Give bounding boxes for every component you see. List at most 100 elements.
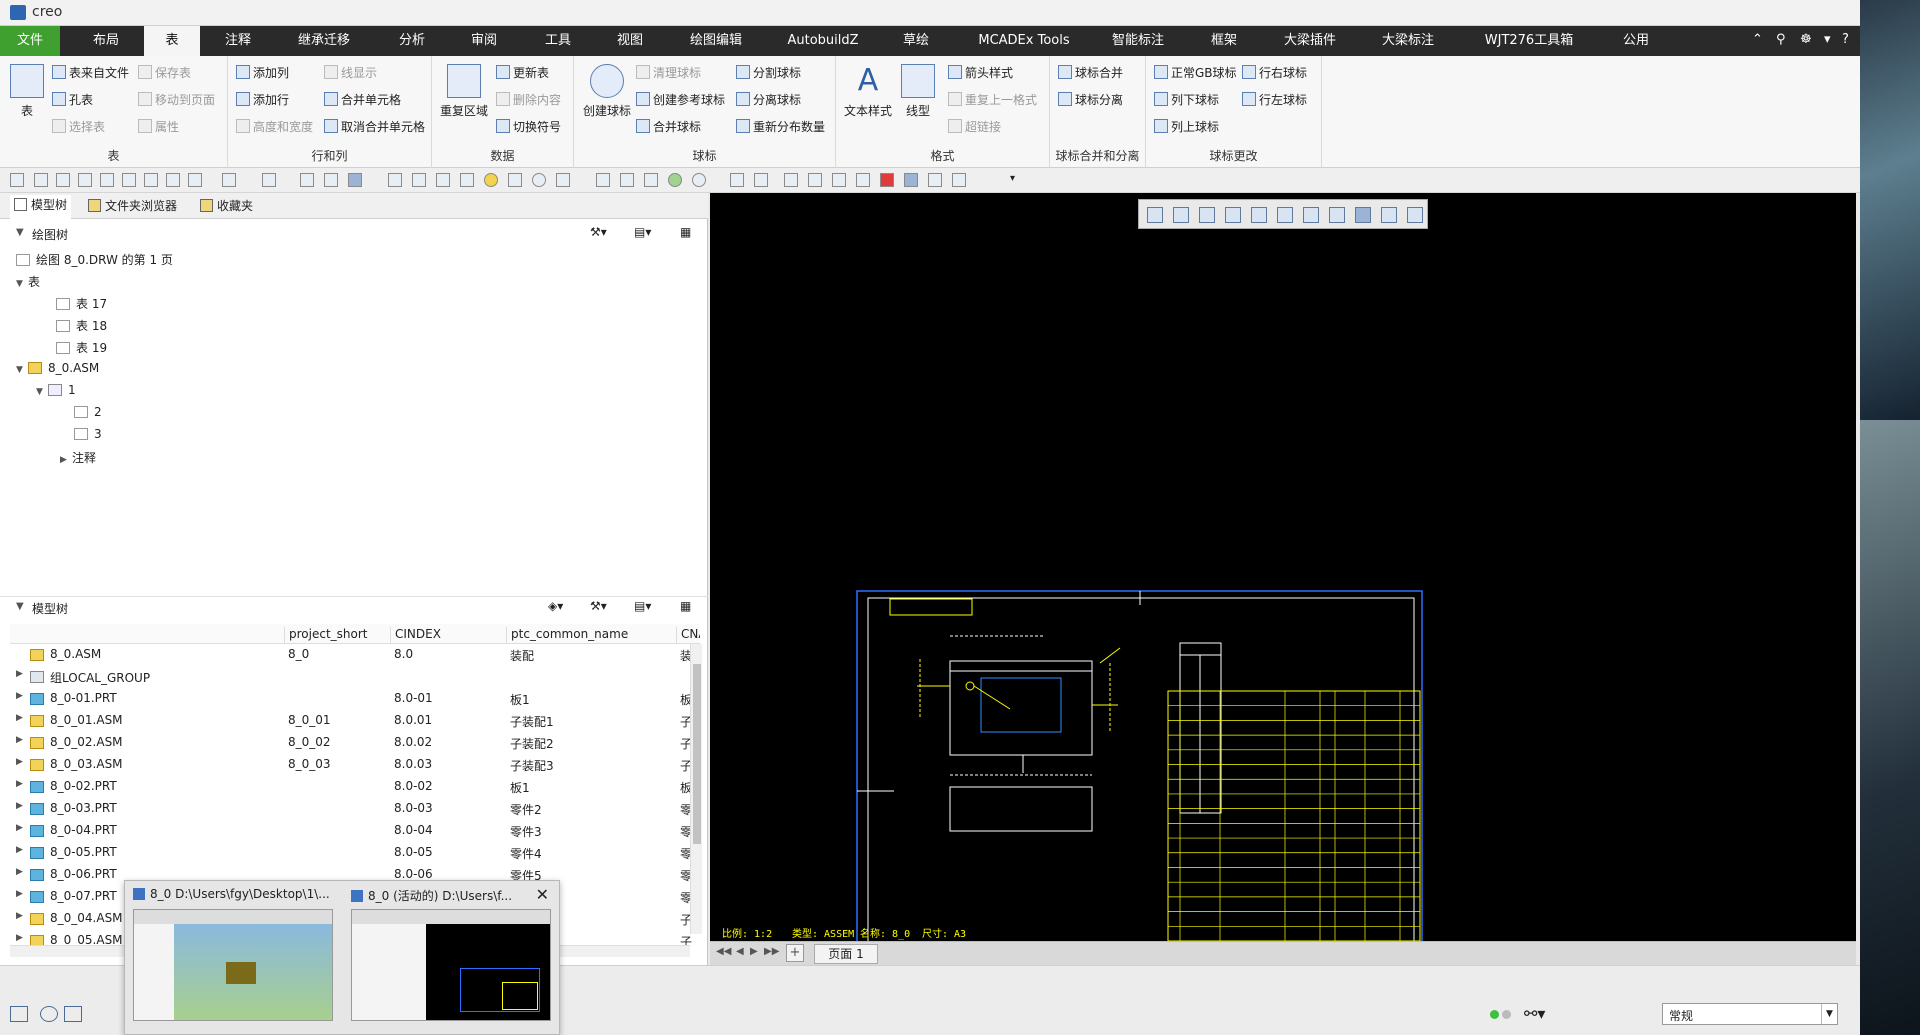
gear-toolbar-icon[interactable] xyxy=(508,173,522,187)
target-icon[interactable] xyxy=(532,173,546,187)
smiley-icon[interactable] xyxy=(484,173,498,187)
tab-sketch-edit[interactable]: 绘图编辑 xyxy=(680,26,752,56)
expand-icon[interactable]: ▶ xyxy=(16,933,23,943)
balloon-separate-button[interactable]: 球标分离 xyxy=(1058,91,1123,108)
gb-balloon-button[interactable]: 正常GB球标 xyxy=(1154,64,1237,81)
delete-content-button[interactable]: 删除内容 xyxy=(496,91,561,108)
column-cindex[interactable]: CINDEX xyxy=(390,627,500,643)
expand-icon[interactable]: ▶ xyxy=(16,779,23,789)
drawing-root-node[interactable]: 绘图 8_0.DRW 的第 1 页 xyxy=(16,251,173,273)
clock-icon[interactable] xyxy=(832,173,846,187)
toggle-symbol-button[interactable]: 切换符号 xyxy=(496,118,561,135)
customize-qat-icon[interactable]: ▾ xyxy=(1010,173,1024,187)
text-icon[interactable] xyxy=(300,173,314,187)
copy-icon[interactable] xyxy=(412,173,426,187)
grid-icon[interactable] xyxy=(808,173,822,187)
model-tree-row[interactable]: ▶ 8_0_01.ASM 8_0_01 8.0.01 子装配1 子 xyxy=(10,710,692,732)
brush-icon[interactable] xyxy=(460,173,474,187)
filter-icon[interactable]: ▦ xyxy=(680,225,691,239)
drawing-tree-header[interactable]: ▼ 绘图树 ⚒▾ ▤▾ ▦ xyxy=(0,223,708,245)
collapse-icon[interactable]: ▼ xyxy=(16,601,24,612)
balloon-merge-button[interactable]: 球标合并 xyxy=(1058,64,1123,81)
expand-icon[interactable]: ▶ xyxy=(16,867,23,877)
repeat-last-format-button[interactable]: 重复上一格式 xyxy=(948,91,1037,108)
close-x-icon[interactable] xyxy=(856,173,870,187)
tab-model-tree[interactable]: 模型树 xyxy=(10,195,72,219)
expand-icon[interactable]: ▶ xyxy=(16,735,23,745)
graphics-window[interactable]: 比例: 1:2 类型: ASSEM 名称: 8_0 尺寸: A3 xyxy=(710,193,1856,941)
navigator-toggle-icon[interactable] xyxy=(10,1006,28,1022)
layer-icon[interactable] xyxy=(166,173,180,187)
tree-table-19[interactable]: 表 19 xyxy=(56,339,107,361)
help-icon[interactable]: ? xyxy=(1842,32,1849,47)
tab-sketch[interactable]: 草绘 xyxy=(888,26,944,56)
model-tree-row[interactable]: ▶ 8_0-03.PRT 8.0-03 零件2 零 xyxy=(10,798,692,820)
collapsed-icon[interactable]: ▶ xyxy=(60,455,72,465)
select-table-button[interactable]: 选择表 xyxy=(52,118,105,135)
expand-icon[interactable]: ▶ xyxy=(16,845,23,855)
select-box-icon[interactable] xyxy=(348,173,362,187)
link-icon[interactable] xyxy=(928,173,942,187)
model-tree-row[interactable]: ▶ 8_0-04.PRT 8.0-04 零件3 零 xyxy=(10,820,692,842)
settings-tools-icon[interactable]: ⚒▾ xyxy=(590,599,607,613)
tree-view-3[interactable]: 3 xyxy=(74,427,102,449)
close-icon[interactable]: ✕ xyxy=(536,885,549,904)
tab-page-1[interactable]: 页面 1 xyxy=(814,944,878,964)
collapse-icon[interactable]: ▼ xyxy=(16,227,24,238)
detach-balloons-button[interactable]: 分离球标 xyxy=(736,91,801,108)
model-tree-row[interactable]: ▶ 8_0-02.PRT 8.0-02 板1 板 xyxy=(10,776,692,798)
model-tree-header[interactable]: ▼ 模型树 ◈▾ ⚒▾ ▤▾ ▦ xyxy=(0,596,708,618)
model-tree-row[interactable]: ▶ 8_0_02.ASM 8_0_02 8.0.02 子装配2 子 xyxy=(10,732,692,754)
expand-icon[interactable]: ▶ xyxy=(16,801,23,811)
model-tree-row[interactable]: ▶ 8_0_03.ASM 8_0_03 8.0.03 子装配3 子 xyxy=(10,754,692,776)
document-icon[interactable] xyxy=(56,173,70,187)
tab-autobuildz[interactable]: AutobuildZ xyxy=(778,26,868,56)
tab-legacy-migration[interactable]: 继承迁移 xyxy=(288,26,360,56)
save-icon[interactable] xyxy=(100,173,114,187)
split-balloons-button[interactable]: 分割球标 xyxy=(736,64,801,81)
column-project-short[interactable]: project_short xyxy=(284,627,384,643)
prev-page-icon[interactable]: ◀ xyxy=(736,946,744,957)
column-common-name[interactable]: ptc_common_name xyxy=(506,627,676,643)
tab-review[interactable]: 审阅 xyxy=(456,26,512,56)
tree-view-2[interactable]: 2 xyxy=(74,405,102,427)
tab-smart-dim[interactable]: 智能标注 xyxy=(1102,26,1174,56)
pan-icon[interactable] xyxy=(904,173,918,187)
eraser-toolbar-icon[interactable] xyxy=(388,173,402,187)
column-down-balloon-button[interactable]: 列下球标 xyxy=(1154,91,1219,108)
expand-icon[interactable]: ▶ xyxy=(16,823,23,833)
fullscreen-icon[interactable] xyxy=(64,1006,82,1022)
paste-icon[interactable] xyxy=(436,173,450,187)
tree-table-18[interactable]: 表 18 xyxy=(56,317,107,339)
tree-notes-node[interactable]: ▶ 注释 xyxy=(60,449,96,471)
folder-icon[interactable] xyxy=(78,173,92,187)
tab-beam-plugin[interactable]: 大梁插件 xyxy=(1274,26,1346,56)
insert-table-button[interactable]: 表 xyxy=(8,64,46,119)
tab-beam-dim[interactable]: 大梁标注 xyxy=(1372,26,1444,56)
arrow-style-button[interactable]: 箭头样式 xyxy=(948,64,1013,81)
clean-balloons-button[interactable]: 清理球标 xyxy=(636,64,701,81)
last-page-icon[interactable]: ▶▶ xyxy=(764,946,779,957)
model-tree-vscroll[interactable] xyxy=(690,644,702,934)
expanded-icon[interactable]: ▼ xyxy=(16,365,28,375)
tab-frame[interactable]: 框架 xyxy=(1196,26,1252,56)
tab-view[interactable]: 视图 xyxy=(602,26,658,56)
redistribute-qty-button[interactable]: 重新分布数量 xyxy=(736,118,825,135)
delete-red-icon[interactable] xyxy=(880,173,894,187)
frame-icon[interactable] xyxy=(556,173,570,187)
tab-mcadex-tools[interactable]: MCADEx Tools xyxy=(964,26,1084,56)
tab-layout[interactable]: 布局 xyxy=(78,26,134,56)
move-to-sheet-button[interactable]: 移动到页面 xyxy=(138,91,215,108)
repeat-region-button[interactable]: 重复区域 xyxy=(440,64,488,119)
column-up-balloon-button[interactable]: 列上球标 xyxy=(1154,118,1219,135)
dropdown-icon[interactable]: ▾ xyxy=(1824,32,1831,47)
model-tree-row[interactable]: ▶ 8_0-01.PRT 8.0-01 板1 板 xyxy=(10,688,692,710)
search-icon[interactable]: ⚲ xyxy=(1776,32,1786,47)
collapse-ribbon-icon[interactable]: ⌃ xyxy=(1752,32,1763,47)
add-column-button[interactable]: 添加列 xyxy=(236,64,289,81)
tab-annotate[interactable]: 注释 xyxy=(210,26,266,56)
settings-tools-icon[interactable]: ⚒▾ xyxy=(590,225,607,239)
expanded-icon[interactable]: ▼ xyxy=(36,387,48,397)
create-balloon-button[interactable]: 创建球标 xyxy=(580,64,634,119)
unmerge-cells-button[interactable]: 取消合并单元格 xyxy=(324,118,425,135)
